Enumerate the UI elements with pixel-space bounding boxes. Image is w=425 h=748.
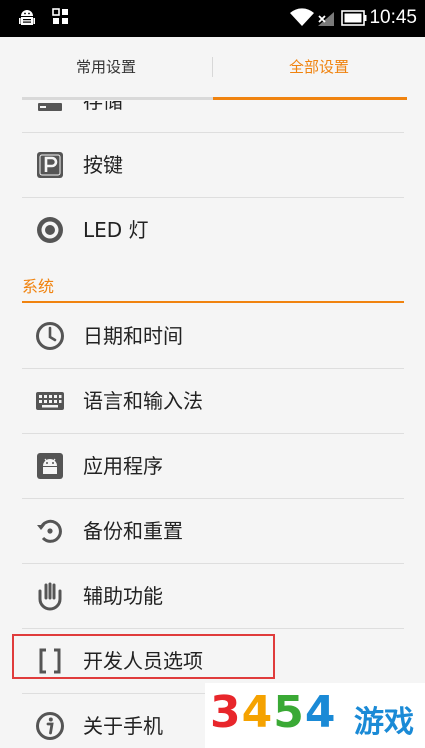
settings-item-backup-reset[interactable]: 备份和重置 <box>22 499 404 563</box>
settings-item-label: 关于手机 <box>83 714 163 738</box>
tab-common-settings[interactable]: 常用设置 <box>0 37 212 97</box>
settings-item-led[interactable]: LED 灯 <box>22 198 404 262</box>
watermark-digit: 4 <box>241 687 274 738</box>
section-title: 系统 <box>22 277 55 296</box>
settings-item-label: 备份和重置 <box>83 519 183 543</box>
settings-item-label: 应用程序 <box>83 454 163 478</box>
watermark-digit: 5 <box>273 687 305 738</box>
keyboard-icon <box>36 392 64 410</box>
no-signal-icon <box>318 12 334 26</box>
settings-item-language-input[interactable]: 语言和输入法 <box>22 369 404 433</box>
watermark-logo: 3454 游戏 <box>205 683 425 748</box>
watermark-digits: 3454 <box>210 687 337 738</box>
section-header-system: 系统 <box>22 269 404 303</box>
settings-item-storage[interactable]: 存储 <box>22 101 404 133</box>
brackets-icon <box>39 648 61 674</box>
battery-icon <box>341 10 367 26</box>
tab-all-settings[interactable]: 全部设置 <box>213 37 425 97</box>
watermark-digit: 3 <box>210 687 242 738</box>
clock-time: 10:45 <box>369 7 417 28</box>
backup-restore-icon <box>37 519 62 543</box>
section-underline <box>22 301 404 303</box>
settings-tabs: 常用设置 全部设置 <box>0 37 425 101</box>
button-key-icon <box>37 152 63 178</box>
settings-list[interactable]: 存储 按键 LED 灯 系统 日期和时间 语言和输入法 应用程序 备份和重置 辅… <box>0 101 425 748</box>
status-bar: 10:45 <box>0 0 425 37</box>
settings-item-buttons[interactable]: 按键 <box>22 133 404 197</box>
watermark-text: 游戏 <box>354 705 414 740</box>
settings-item-label: 语言和输入法 <box>83 389 203 413</box>
storage-icon <box>38 103 62 111</box>
settings-item-label: 按键 <box>83 153 123 177</box>
led-icon <box>37 217 63 243</box>
grid-icon <box>52 8 68 24</box>
info-icon <box>36 712 64 740</box>
wifi-icon <box>290 8 314 26</box>
watermark-digit: 4 <box>304 687 337 738</box>
settings-item-accessibility[interactable]: 辅助功能 <box>22 564 404 628</box>
clock-icon <box>36 322 64 350</box>
settings-item-label: 日期和时间 <box>83 324 183 348</box>
settings-item-label: LED 灯 <box>83 218 149 242</box>
settings-item-label: 开发人员选项 <box>83 649 203 673</box>
settings-item-applications[interactable]: 应用程序 <box>22 434 404 498</box>
android-app-icon <box>37 453 63 479</box>
settings-item-date-time[interactable]: 日期和时间 <box>22 304 404 368</box>
tab-active-indicator <box>213 97 407 100</box>
hand-icon <box>38 582 62 611</box>
settings-item-label: 存储 <box>83 101 123 113</box>
settings-item-label: 辅助功能 <box>83 584 163 608</box>
android-debug-icon <box>19 10 35 25</box>
